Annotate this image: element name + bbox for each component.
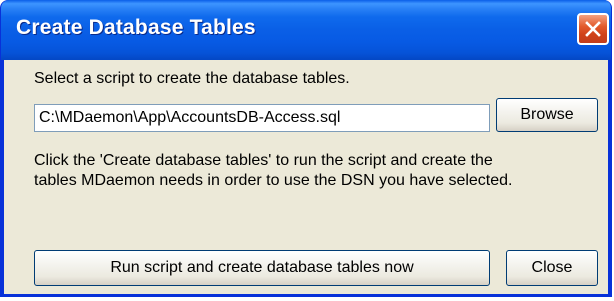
- window-close-button[interactable]: [577, 13, 609, 45]
- run-script-button-label: Run script and create database tables no…: [110, 259, 414, 276]
- dialog-body: Select a script to create the database t…: [4, 60, 608, 294]
- close-button-label: Close: [531, 259, 573, 276]
- close-icon: [585, 21, 601, 37]
- run-script-button[interactable]: Run script and create database tables no…: [34, 250, 490, 286]
- window-title: Create Database Tables: [16, 16, 256, 39]
- close-button[interactable]: Close: [506, 250, 598, 286]
- instructions-line-2: tables MDaemon needs in order to use the…: [34, 172, 513, 189]
- browse-button[interactable]: Browse: [496, 98, 598, 132]
- browse-button-label: Browse: [520, 106, 574, 123]
- instructions-line-1: Click the 'Create database tables' to ru…: [34, 152, 493, 169]
- script-path-input[interactable]: [34, 104, 490, 132]
- title-bar[interactable]: Create Database Tables: [1, 0, 611, 60]
- select-script-label: Select a script to create the database t…: [34, 70, 350, 87]
- dialog-window: Create Database Tables Select a script t…: [0, 0, 612, 297]
